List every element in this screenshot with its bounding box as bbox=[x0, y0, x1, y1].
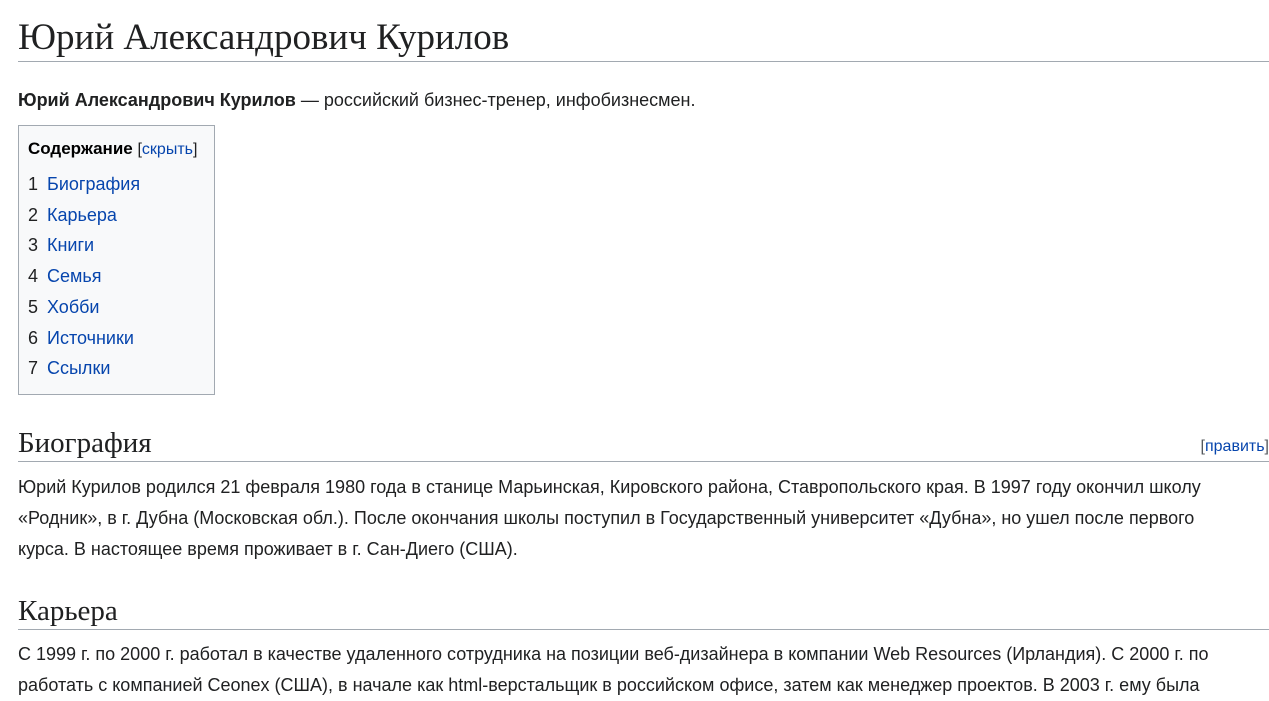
toc-item-career: 2 Карьера bbox=[28, 200, 205, 231]
section-body-biography: Юрий Курилов родился 21 февраля 1980 год… bbox=[18, 472, 1269, 565]
section-heading-career: Карьера bbox=[18, 593, 1269, 630]
toc-number: 6 bbox=[28, 327, 39, 348]
article-content: Юрий Александрович Курилов Юрий Александ… bbox=[18, 0, 1269, 695]
toc-link-books[interactable]: Книги bbox=[47, 235, 94, 255]
toc-item-links: 7 Ссылки bbox=[28, 353, 205, 384]
section-title-career: Карьера bbox=[18, 595, 118, 627]
toc-link-family[interactable]: Семья bbox=[47, 266, 102, 286]
paragraph-line: С 1999 г. по 2000 г. работал в качестве … bbox=[18, 644, 1209, 664]
toc-number: 1 bbox=[28, 174, 39, 194]
toc-number: 5 bbox=[28, 296, 39, 317]
paragraph-line: курса. В настоящее время проживает в г. … bbox=[18, 539, 518, 559]
table-of-contents: Содержание [скрыть] 1 Биография 2 Карьера … bbox=[18, 125, 215, 395]
lead-bold-name: Юрий Александрович Курилов bbox=[18, 90, 296, 110]
toc-item-books: 3 Книги bbox=[28, 230, 205, 261]
toc-link-career[interactable]: Карьера bbox=[47, 205, 117, 225]
toc-link-biography[interactable]: Биография bbox=[47, 174, 140, 194]
paragraph-line: «Родник», в г. Дубна (Московская обл.). … bbox=[18, 508, 1195, 528]
toc-item-sources: 6 Источники bbox=[28, 323, 205, 354]
lead-description: — российский бизнес-тренер, инфобизнесме… bbox=[295, 90, 696, 110]
paragraph-line: Юрий Курилов родился 21 февраля 1980 год… bbox=[18, 477, 1201, 497]
toc-toggle-bracket-close: ] bbox=[192, 141, 198, 158]
lead-paragraph: Юрий Александрович Курилов — российский … bbox=[18, 85, 1269, 115]
edit-bracket-close: ] bbox=[1264, 438, 1269, 455]
toc-link-hobby[interactable]: Хобби bbox=[47, 297, 100, 317]
toc-number: 3 bbox=[28, 235, 39, 256]
section-heading-biography: Биография [править] bbox=[18, 425, 1269, 462]
page-title: Юрий Александрович Курилов bbox=[18, 0, 1269, 62]
paragraph-line: работать с компанией Ceonex (США), в нач… bbox=[18, 675, 1200, 695]
toc-number: 2 bbox=[28, 204, 39, 225]
toc-item-biography: 1 Биография bbox=[28, 169, 205, 200]
toc-hide-link[interactable]: скрыть bbox=[142, 141, 193, 158]
edit-section-biography: [править] bbox=[1201, 438, 1269, 456]
toc-header: Содержание [скрыть] bbox=[28, 137, 205, 162]
toc-title: Содержание bbox=[28, 139, 133, 158]
section-title-biography: Биография bbox=[18, 427, 152, 459]
toc-number: 4 bbox=[28, 266, 39, 287]
toc-toggle: [скрыть] bbox=[137, 141, 197, 158]
toc-link-links[interactable]: Ссылки bbox=[47, 358, 110, 378]
toc-link-sources[interactable]: Источники bbox=[47, 328, 134, 348]
toc-item-hobby: 5 Хобби bbox=[28, 292, 205, 323]
toc-list: 1 Биография 2 Карьера 3 Книги 4 Семья 5 Хобби… bbox=[28, 169, 205, 384]
edit-section-link[interactable]: править bbox=[1205, 438, 1265, 455]
toc-item-family: 4 Семья bbox=[28, 261, 205, 292]
toc-number: 7 bbox=[28, 358, 39, 379]
section-body-career: С 1999 г. по 2000 г. работал в качестве … bbox=[18, 639, 1269, 701]
